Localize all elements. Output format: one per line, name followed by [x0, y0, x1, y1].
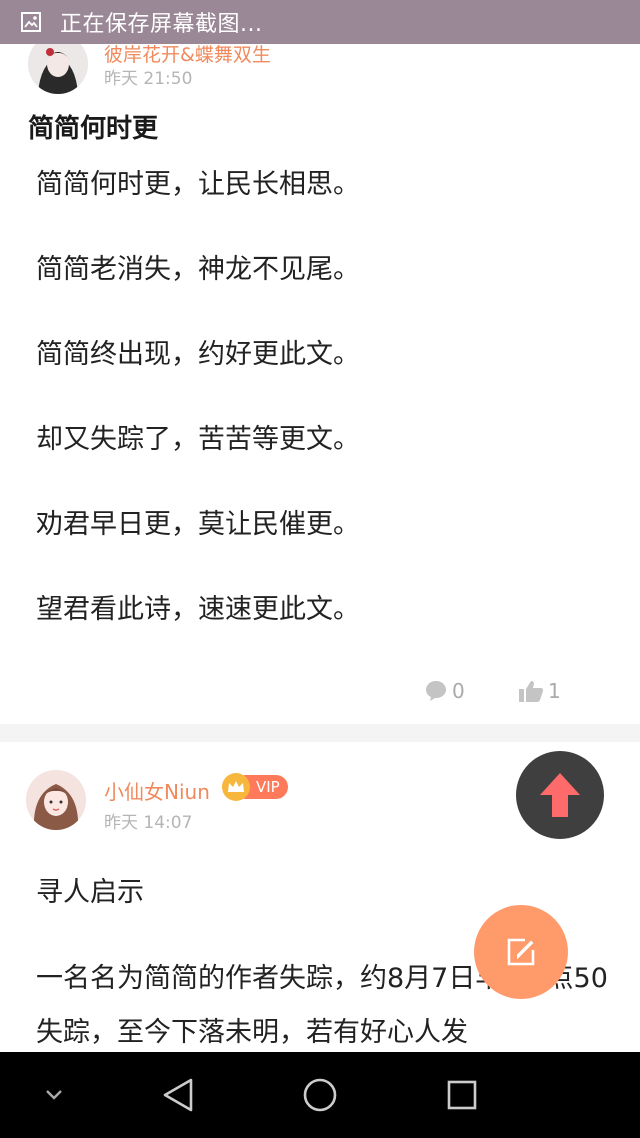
arrow-up-icon — [540, 773, 580, 817]
screenshot-icon — [21, 12, 41, 32]
hide-nav-button[interactable] — [24, 1052, 84, 1138]
scroll-to-top-button[interactable] — [516, 751, 604, 839]
poem-line: 劝君早日更，莫让民催更。 — [36, 509, 360, 540]
edit-icon — [507, 938, 535, 966]
poem-line: 简简终出现，约好更此文。 — [36, 339, 360, 370]
post-heading: 寻人启示 — [36, 877, 144, 908]
back-button[interactable] — [148, 1052, 208, 1138]
like-count: 1 — [548, 679, 561, 703]
thumbs-up-icon — [519, 681, 544, 702]
post-time: 昨天 21:50 — [104, 69, 193, 89]
poem-line: 简简何时更，让民长相思。 — [36, 169, 360, 200]
post-time: 昨天 14:07 — [104, 813, 193, 833]
system-navigation-bar — [0, 1052, 640, 1138]
post-content: 简简何时更，让民长相思。 简简老消失，神龙不见尾。 简简终出现，约好更此文。 却… — [36, 164, 616, 674]
vip-badge: VIP — [222, 773, 288, 801]
comment-count: 0 — [452, 679, 465, 703]
avatar[interactable] — [26, 770, 86, 830]
poem-line: 望君看此诗，速速更此文。 — [36, 594, 360, 625]
poem-line: 却又失踪了，苦苦等更文。 — [36, 424, 360, 455]
poem-line: 简简老消失，神龙不见尾。 — [36, 254, 360, 285]
notification-text: 正在保存屏幕截图... — [60, 12, 263, 37]
author-name[interactable]: 彼岸花开&蝶舞双生 — [104, 40, 271, 67]
recents-button[interactable] — [432, 1052, 492, 1138]
comment-button[interactable]: 0 — [424, 676, 465, 706]
crown-icon — [222, 773, 250, 801]
vip-label: VIP — [244, 775, 288, 799]
home-icon — [303, 1078, 337, 1112]
post-divider — [0, 724, 640, 742]
author-name[interactable]: 小仙女Niun — [104, 776, 210, 805]
back-icon — [163, 1078, 193, 1112]
notification-bar: 正在保存屏幕截图... — [0, 0, 640, 44]
like-button[interactable]: 1 — [518, 676, 561, 706]
recents-icon — [447, 1080, 477, 1110]
post-title: 简简何时更 — [28, 114, 159, 144]
chevron-down-icon — [46, 1090, 62, 1100]
comment-icon — [426, 681, 446, 701]
home-button[interactable] — [290, 1052, 350, 1138]
compose-button[interactable] — [474, 905, 568, 999]
